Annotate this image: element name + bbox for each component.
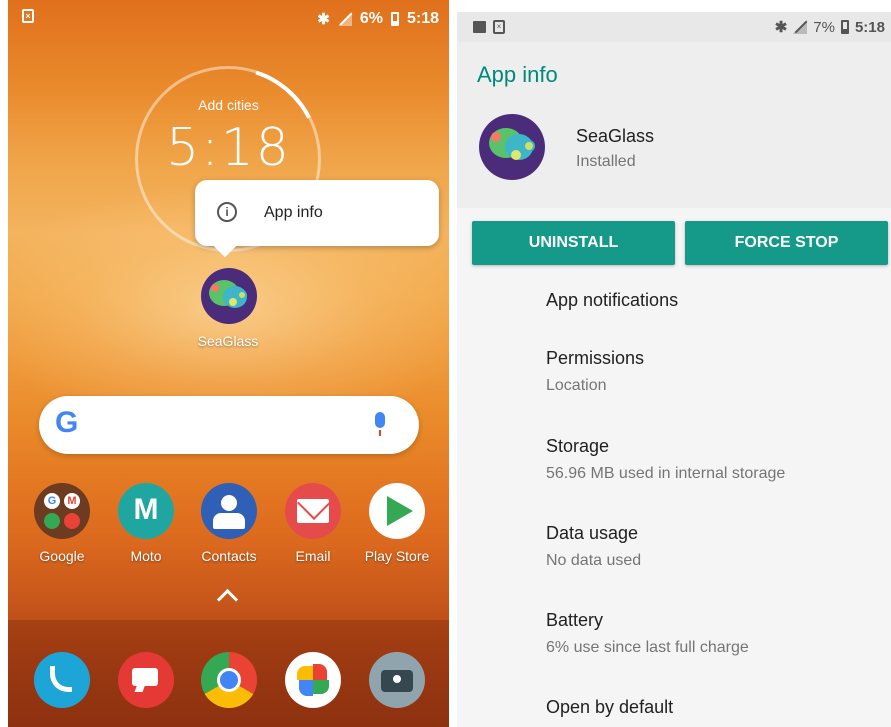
battery-percent: 6% bbox=[359, 10, 383, 27]
clock-time: 5:18 bbox=[166, 118, 291, 178]
app-info-option[interactable]: App info bbox=[264, 204, 323, 222]
app-notifications-item[interactable]: App notifications bbox=[546, 290, 678, 311]
chrome-icon[interactable] bbox=[201, 652, 257, 708]
info-icon: i bbox=[217, 202, 237, 222]
moto-app-icon[interactable]: M bbox=[118, 483, 174, 539]
battery-icon bbox=[840, 20, 849, 34]
page-title: App info bbox=[477, 62, 558, 87]
camera-icon[interactable] bbox=[369, 652, 425, 708]
signal-icon bbox=[337, 12, 352, 26]
battery-icon bbox=[390, 12, 399, 26]
google-search-bar[interactable]: G bbox=[39, 396, 419, 454]
open-by-default-item[interactable]: Open by default bbox=[546, 697, 673, 718]
item-subtitle: No data used bbox=[546, 552, 642, 569]
item-title: Open by default bbox=[546, 697, 674, 717]
storage-item[interactable]: Storage 56.96 MB used in internal storag… bbox=[546, 436, 785, 483]
bluetooth-icon: ✱ bbox=[317, 11, 330, 28]
notification-icon: × bbox=[493, 20, 505, 34]
data-usage-item[interactable]: Data usage No data used bbox=[546, 523, 641, 570]
force-stop-button[interactable]: FORCE STOP bbox=[685, 221, 888, 265]
app-drawer-chevron-icon[interactable] bbox=[216, 588, 239, 611]
item-title: App notifications bbox=[546, 290, 679, 310]
app-info-header: App info SeaGlass Installed bbox=[457, 42, 891, 208]
bluetooth-icon: ✱ bbox=[774, 19, 788, 36]
item-title: Battery bbox=[546, 610, 604, 630]
image-notification-icon bbox=[473, 21, 486, 33]
play-store-app-label: Play Store bbox=[364, 548, 430, 564]
item-title: Data usage bbox=[546, 523, 639, 543]
google-logo-icon: G bbox=[55, 406, 79, 439]
play-store-app-icon[interactable] bbox=[369, 483, 425, 539]
google-folder-label: Google bbox=[39, 548, 85, 564]
app-shortcut-popup[interactable]: i App info bbox=[195, 180, 439, 246]
status-time: 5:18 bbox=[406, 10, 439, 27]
app-install-status: Installed bbox=[576, 153, 636, 170]
seaglass-app-icon bbox=[479, 114, 545, 180]
item-title: Storage bbox=[546, 436, 610, 456]
battery-percent: 7% bbox=[813, 18, 835, 36]
status-bar: × ✱ 7% 5:18 bbox=[457, 12, 891, 42]
home-screen: × ✱ 6% 5:18 Add cities 5:18 i App info S… bbox=[8, 0, 449, 727]
phone-icon[interactable] bbox=[34, 652, 90, 708]
moto-app-label: Moto bbox=[130, 548, 162, 564]
google-folder-icon[interactable]: G M bbox=[34, 483, 90, 539]
notification-icon: × bbox=[22, 9, 34, 23]
battery-item[interactable]: Battery 6% use since last full charge bbox=[546, 610, 749, 657]
permissions-item[interactable]: Permissions Location bbox=[546, 348, 644, 395]
item-subtitle: Location bbox=[546, 377, 607, 394]
status-time: 5:18 bbox=[854, 18, 885, 36]
item-subtitle: 6% use since last full charge bbox=[546, 639, 749, 656]
add-cities-label[interactable]: Add cities bbox=[8, 97, 449, 113]
app-name: SeaGlass bbox=[576, 126, 655, 146]
signal-icon bbox=[793, 20, 808, 34]
seaglass-app-label: SeaGlass bbox=[197, 333, 259, 349]
email-app-label: Email bbox=[295, 548, 331, 564]
contacts-app-icon[interactable] bbox=[201, 483, 257, 539]
microphone-icon[interactable] bbox=[375, 412, 385, 436]
status-bar: × ✱ 6% 5:18 bbox=[8, 0, 449, 36]
item-subtitle: 56.96 MB used in internal storage bbox=[546, 465, 786, 482]
email-app-icon[interactable] bbox=[285, 483, 341, 539]
photos-icon[interactable] bbox=[285, 652, 341, 708]
app-info-screen: × ✱ 7% 5:18 App info SeaGlass Installed … bbox=[457, 12, 891, 727]
seaglass-app-icon[interactable] bbox=[201, 268, 257, 324]
messages-icon[interactable] bbox=[118, 652, 174, 708]
item-title: Permissions bbox=[546, 348, 645, 368]
uninstall-button[interactable]: UNINSTALL bbox=[472, 221, 675, 265]
contacts-app-label: Contacts bbox=[201, 548, 257, 564]
